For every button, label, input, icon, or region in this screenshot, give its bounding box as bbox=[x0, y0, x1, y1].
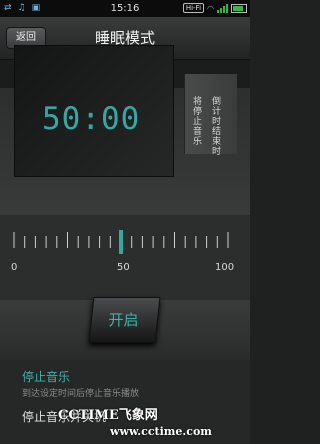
status-bar: ⇄ ♫ ▣ 15:16 Hi-Fi ◠ bbox=[0, 0, 250, 17]
battery-icon bbox=[231, 3, 247, 13]
slider-label-min: 0 bbox=[11, 262, 18, 273]
side-text-2: 将停止音乐 bbox=[191, 96, 201, 146]
slider-thumb[interactable] bbox=[119, 230, 123, 254]
option-stop-music-desc: 到达设定时间后停止音乐播放 bbox=[22, 389, 140, 399]
side-text-1: 倒计时结束时 bbox=[210, 96, 220, 156]
timer-slider[interactable] bbox=[0, 230, 250, 254]
countdown-display: 50:00 bbox=[42, 101, 141, 137]
slider-label-max: 100 bbox=[215, 262, 235, 273]
signal-icon bbox=[217, 3, 228, 13]
watermark-line-1: CCTIME飞象网 bbox=[58, 408, 158, 423]
timer-slider-area bbox=[0, 215, 250, 300]
hifi-badge: Hi-Fi bbox=[182, 3, 205, 13]
slider-label-mid: 50 bbox=[117, 262, 130, 273]
watermark-line-2: www.cctime.com bbox=[110, 425, 212, 438]
wifi-icon: ◠ bbox=[207, 3, 214, 13]
start-button-label[interactable]: 开启 bbox=[91, 309, 156, 330]
option-stop-music[interactable]: 停止音乐 bbox=[22, 368, 70, 385]
